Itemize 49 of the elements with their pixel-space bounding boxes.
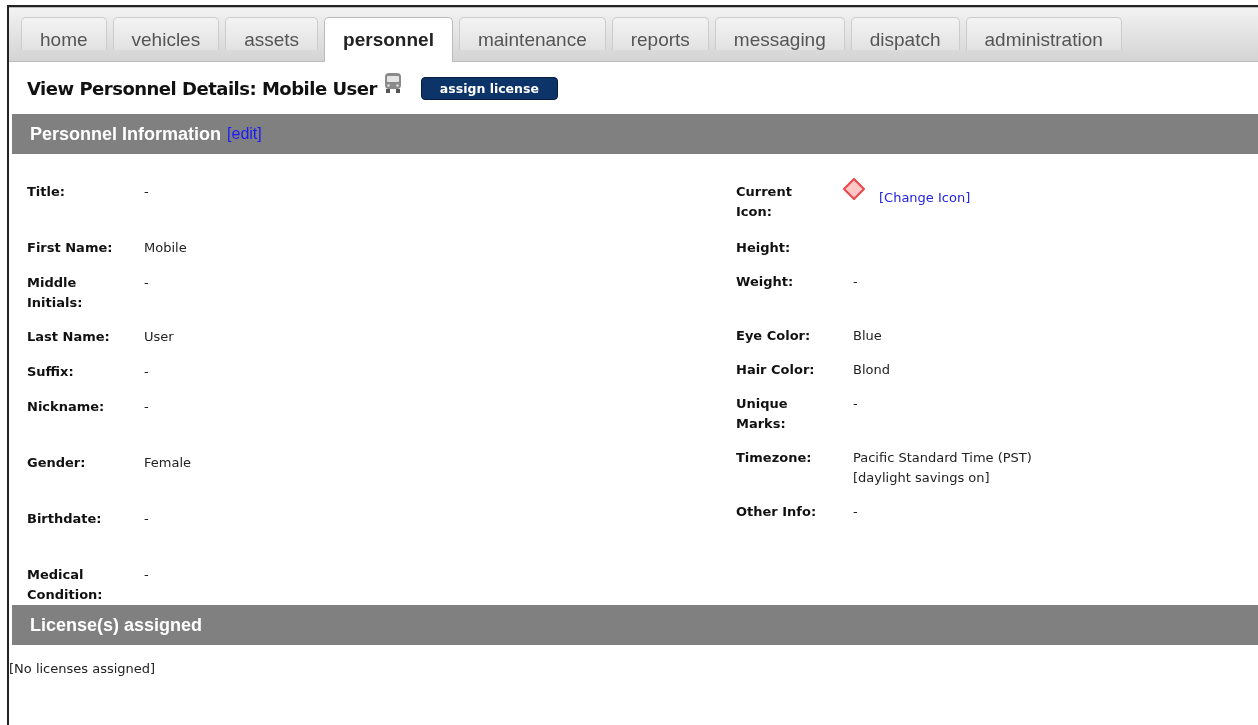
diamond-icon (843, 178, 865, 200)
field-label: Unique Marks: (736, 395, 789, 433)
tab[interactable]: personnel (324, 17, 453, 62)
tab[interactable]: messaging (714, 17, 845, 50)
field-value: - (144, 566, 149, 584)
change-icon-link[interactable]: [Change Icon] (879, 188, 971, 222)
field-label: Height: (736, 239, 792, 257)
field-value: Blond (853, 361, 891, 379)
field-label: Last Name: (27, 328, 111, 346)
field-value: Mobile (144, 239, 187, 257)
field-value: User (144, 328, 174, 346)
section-title: License(s) assigned (30, 614, 203, 636)
empty-message: [No licenses assigned] (9, 660, 157, 676)
page-title: View Personnel Details: Mobile User (27, 77, 377, 99)
field-label: First Name: (27, 239, 114, 257)
field-value: - (853, 273, 859, 291)
tab[interactable]: vehicles (112, 17, 220, 50)
field-value: - (144, 363, 149, 381)
tab[interactable]: dispatch (850, 17, 960, 50)
field-value: - (144, 183, 149, 201)
field-label: Title: (27, 183, 66, 201)
section-title: Personnel Information (30, 123, 222, 145)
field-value: - (853, 503, 859, 521)
field-label: Eye Color: (736, 327, 812, 345)
field-label: Weight: (736, 273, 795, 291)
tab[interactable]: reports (611, 17, 709, 50)
field-value: Pacific Standard Time (PST) [daylight savings on] (853, 449, 1033, 487)
field-label: Medical Condition: (27, 566, 104, 604)
tab[interactable]: assets (225, 17, 319, 50)
field-label: Hair Color: (736, 361, 816, 379)
field-label: Current Icon: (736, 183, 793, 221)
field-value: Blue (853, 327, 883, 345)
field-label: Gender: (27, 454, 87, 472)
field-label: Birthdate: (27, 510, 103, 528)
assign-license-button[interactable]: assign license (420, 76, 558, 100)
field-value: Female (144, 454, 191, 472)
field-value: - (144, 398, 149, 416)
bus-icon (382, 72, 403, 94)
field-value: - (144, 510, 149, 528)
field-value: - (144, 274, 149, 292)
tab[interactable]: home (21, 17, 107, 50)
field-label: Middle Initials: (27, 274, 84, 312)
field-label: Other Info: (736, 503, 818, 521)
field-label: Nickname: (27, 398, 106, 416)
field-label: Suffix: (27, 363, 75, 381)
tab[interactable]: administration (965, 17, 1122, 50)
field-label: Timezone: (736, 449, 813, 467)
field-value: - (853, 395, 859, 413)
tab[interactable]: maintenance (458, 17, 606, 50)
